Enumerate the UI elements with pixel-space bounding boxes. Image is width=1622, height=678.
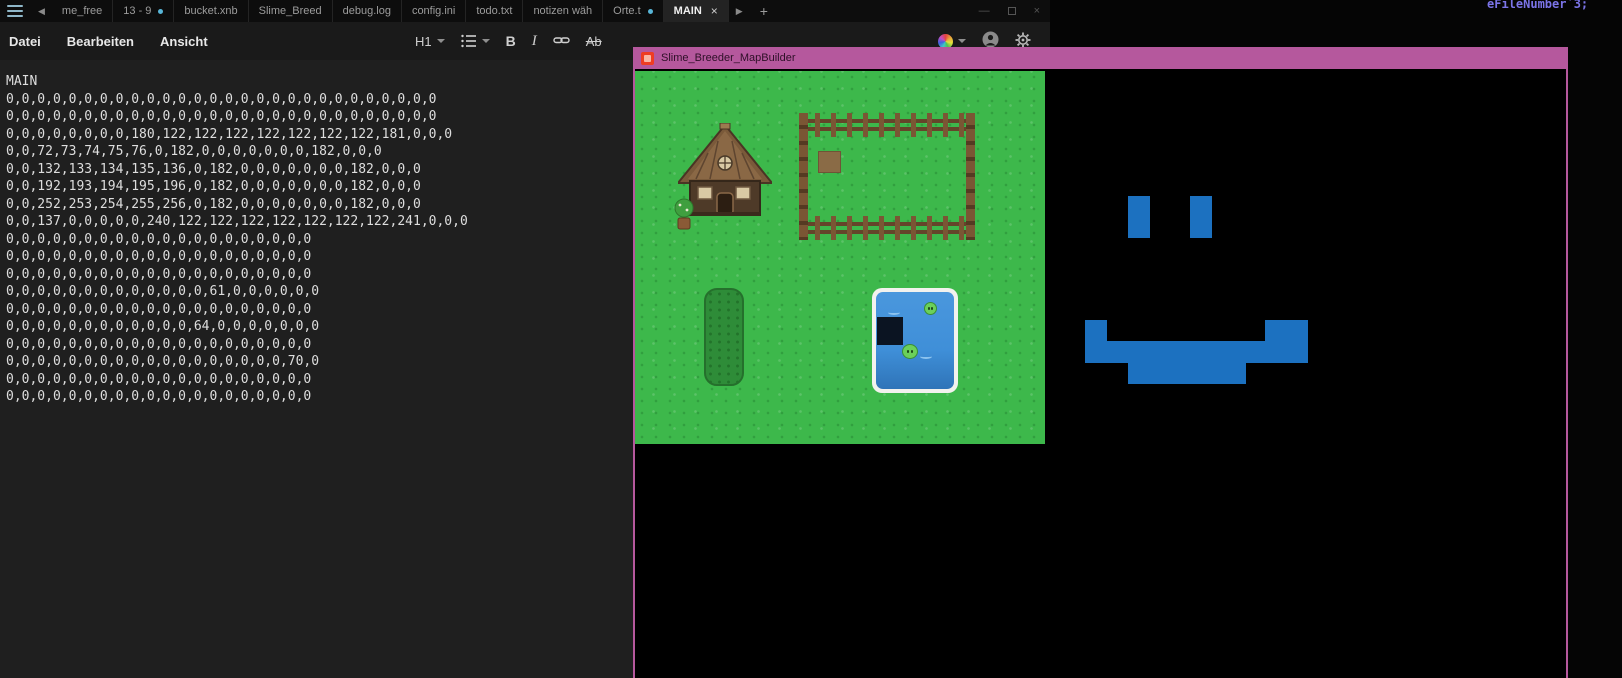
window-controls: — × [979, 5, 1040, 17]
fence-left [799, 113, 808, 240]
fence-bottom [799, 216, 975, 240]
tab-bucket-xnb[interactable]: bucket.xnb [174, 0, 249, 22]
new-tab-button[interactable]: + [750, 3, 778, 19]
maximize-icon[interactable] [1007, 7, 1016, 15]
bold-button[interactable]: B [506, 33, 516, 49]
pond-sprite [872, 288, 958, 393]
pond-dark-tile [877, 317, 903, 345]
list-dropdown[interactable] [460, 34, 490, 48]
desktop: eFileNumber`3; ◀ me_free 13 - 9 bucket.x… [0, 0, 1622, 678]
fence-right [966, 113, 975, 240]
map-builder-title: Slime_Breeder_MapBuilder [661, 52, 796, 64]
smiley-mouth-block [1085, 341, 1288, 363]
tab-main-active[interactable]: MAIN × [663, 0, 729, 22]
unsaved-dot [647, 8, 653, 14]
tab-back-icon[interactable]: ◀ [31, 6, 52, 17]
smiley-mouth-block [1286, 320, 1308, 363]
app-menu-icon[interactable] [7, 5, 23, 17]
tab-orte[interactable]: Orte.t [603, 0, 664, 22]
close-icon[interactable]: × [1034, 5, 1040, 17]
link-button[interactable] [553, 33, 570, 50]
tab-bar: ◀ me_free 13 - 9 bucket.xnb Slime_Breed … [0, 0, 1050, 22]
map-builder-title-bar[interactable]: Slime_Breeder_MapBuilder [635, 47, 1566, 69]
ripple [920, 354, 932, 359]
map-builder-window: Slime_Breeder_MapBuilder [633, 47, 1568, 678]
link-icon [553, 36, 570, 43]
ripple [888, 310, 900, 315]
map-builder-app-icon [641, 51, 654, 65]
potted-plant-sprite [674, 198, 694, 230]
tab-forward-icon[interactable]: ▶ [729, 6, 750, 17]
menu-datei[interactable]: Datei [0, 34, 54, 49]
map-canvas[interactable] [635, 71, 1045, 444]
hedge-sprite [704, 288, 744, 386]
background-code-fragment: eFileNumber`3; [1487, 0, 1589, 11]
dirt-tile-sprite [818, 151, 841, 173]
smiley-mouth-block [1128, 362, 1246, 384]
smiley-right-eye [1190, 196, 1212, 238]
menu-ansicht[interactable]: Ansicht [147, 34, 221, 49]
tab-close-icon[interactable]: × [711, 4, 718, 18]
heading-dropdown[interactable]: H1 [415, 34, 445, 49]
unsaved-dot [158, 8, 164, 14]
format-toolbar: H1 B I Ab [415, 22, 602, 60]
slime-sprite [902, 344, 918, 359]
smiley-left-eye [1128, 196, 1150, 238]
tab-todo-txt[interactable]: todo.txt [466, 0, 524, 22]
tab-config-ini[interactable]: config.ini [402, 0, 467, 22]
list-icon [460, 34, 476, 48]
tab-13-9[interactable]: 13 - 9 [113, 0, 175, 22]
menu-bearbeiten[interactable]: Bearbeiten [54, 34, 147, 49]
italic-button[interactable]: I [532, 33, 537, 50]
tab-slime-breed[interactable]: Slime_Breed [249, 0, 333, 22]
minimize-icon[interactable]: — [979, 5, 990, 17]
fence-top [799, 113, 975, 137]
gear-icon [1015, 32, 1031, 47]
strikethrough-button[interactable]: Ab [586, 34, 602, 49]
tab-notizen[interactable]: notizen wäh [523, 0, 604, 22]
chevron-down-icon [958, 39, 966, 43]
chevron-down-icon [436, 39, 445, 43]
map-builder-viewport[interactable] [635, 69, 1566, 678]
chevron-down-icon [481, 39, 490, 43]
slime-sprite [924, 302, 937, 315]
tab-me-free[interactable]: me_free [52, 0, 114, 22]
user-avatar-icon [982, 31, 999, 48]
tab-debug-log[interactable]: debug.log [333, 0, 402, 22]
